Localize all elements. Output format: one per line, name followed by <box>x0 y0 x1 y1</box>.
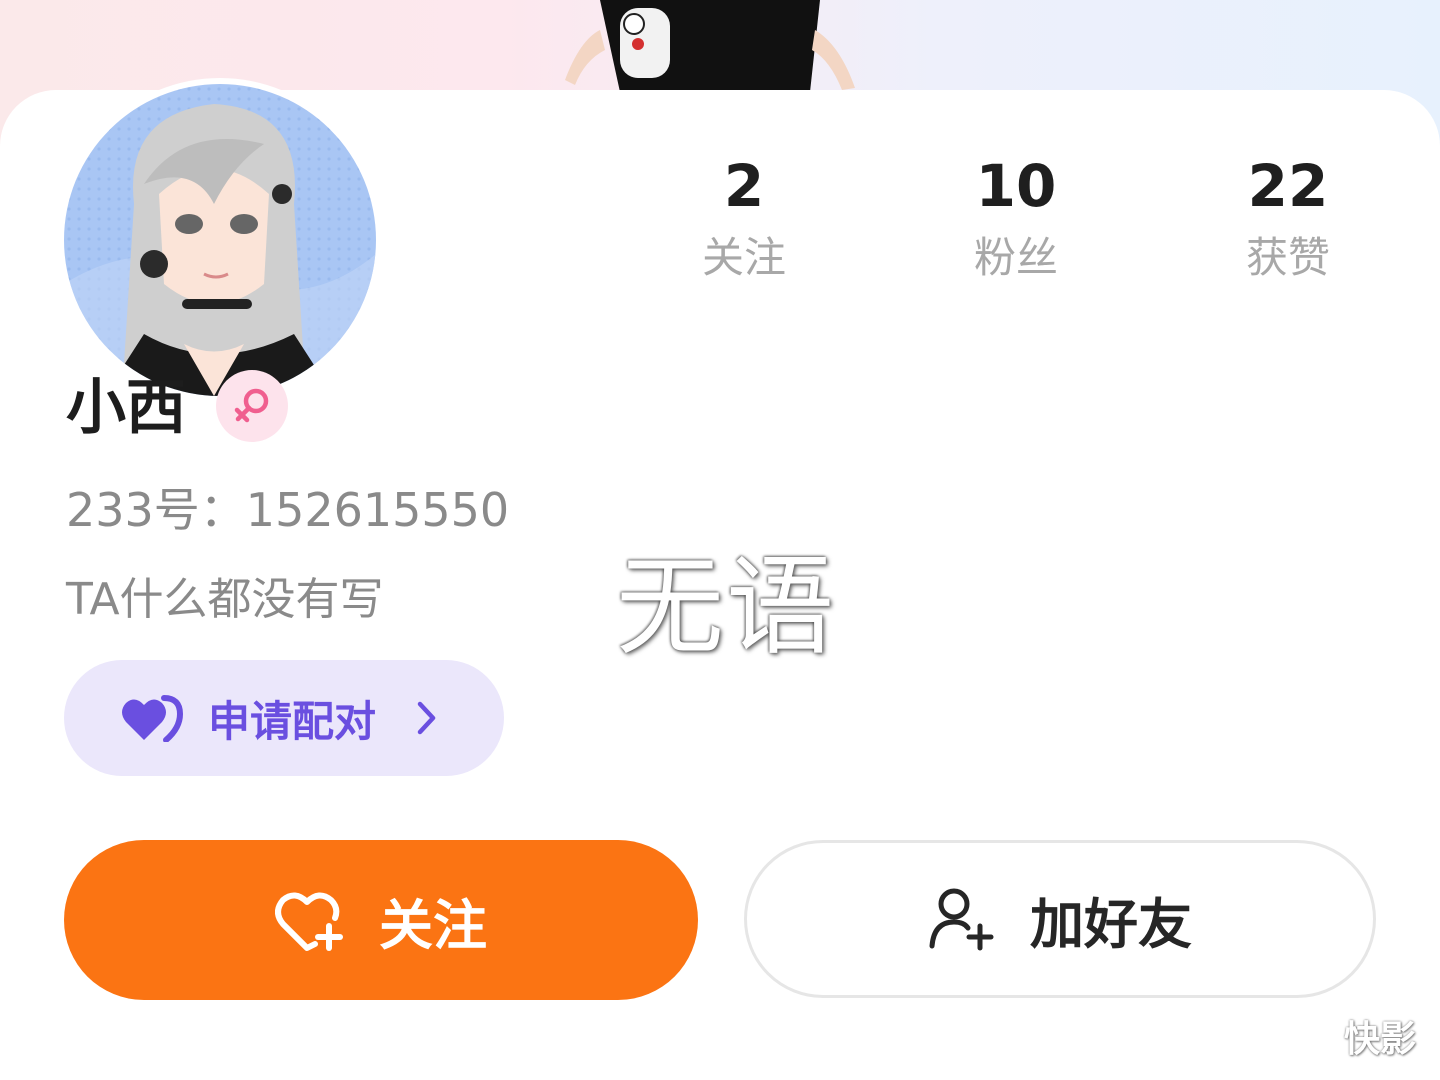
stat-following[interactable]: 2 关注 <box>634 152 854 284</box>
user-plus-icon <box>929 888 994 951</box>
overlay-caption: 无语 <box>616 545 837 670</box>
add-friend-button[interactable]: 加好友 <box>744 840 1376 998</box>
stat-likes[interactable]: 22 获赞 <box>1178 152 1398 284</box>
apply-pair-button[interactable]: 申请配对 <box>64 660 504 776</box>
avatar[interactable] <box>64 84 376 396</box>
likes-count: 22 <box>1247 152 1329 220</box>
profile-bio: TA什么都没有写 <box>66 574 384 625</box>
banner-figure-image <box>565 0 855 92</box>
heart-pair-icon <box>122 695 184 742</box>
fans-count: 10 <box>975 152 1057 220</box>
follow-label: 关注 <box>379 893 487 957</box>
user-id: 233号：152615550 <box>66 483 510 537</box>
gender-badge <box>216 370 288 442</box>
heart-plus-icon <box>275 892 343 951</box>
following-count: 2 <box>723 152 765 220</box>
profile-name: 小西 <box>66 373 186 443</box>
stat-fans[interactable]: 10 粉丝 <box>906 152 1126 284</box>
watermark-text: 快影 <box>1344 1019 1417 1060</box>
chevron-right-icon <box>416 700 438 736</box>
fans-label: 粉丝 <box>973 233 1058 282</box>
following-label: 关注 <box>701 233 786 282</box>
likes-label: 获赞 <box>1245 233 1330 282</box>
follow-button[interactable]: 关注 <box>64 840 698 1000</box>
video-camera-icon <box>1283 1019 1336 1053</box>
female-icon <box>234 388 269 423</box>
kuaiying-watermark: 快影 <box>1282 1012 1416 1060</box>
avatar-image <box>64 84 376 396</box>
apply-pair-label: 申请配对 <box>208 696 377 746</box>
add-friend-label: 加好友 <box>1030 892 1192 956</box>
